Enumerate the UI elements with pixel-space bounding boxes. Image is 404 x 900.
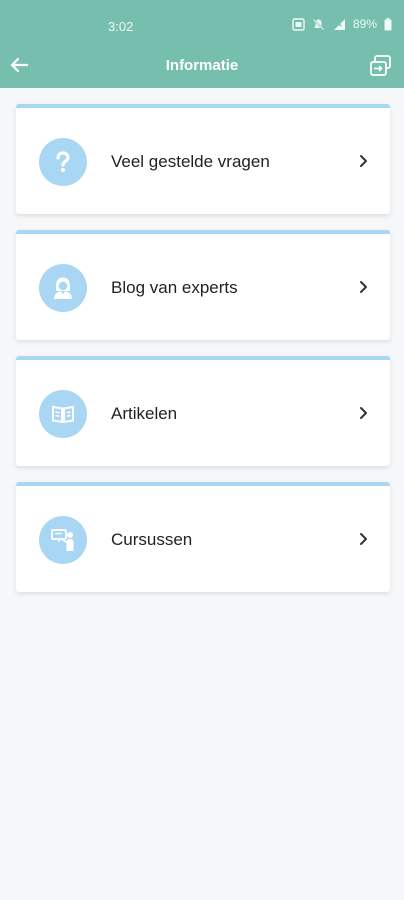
chevron-right-icon [360,281,367,293]
expert-avatar-icon [39,264,87,312]
status-time: 3:02 [108,19,134,34]
menu-card-cursussen[interactable]: Cursussen [16,482,390,592]
menu-card-label: Cursussen [111,530,193,549]
menu-card-blog-van-experts[interactable]: Blog van experts [16,230,390,340]
battery-percentage: 89% [352,17,377,31]
menu-card-veel-gestelde-vragen[interactable]: Veel gestelde vragen [16,104,390,214]
menu-card-label: Veel gestelde vragen [111,152,270,171]
chevron-right-icon [360,533,367,545]
app-header: 3:02 89% Informatie [0,0,404,88]
menu-card-label: Blog van experts [111,278,238,297]
switch-profile-button[interactable] [368,53,394,79]
question-mark-icon [39,138,87,186]
app-bar: Informatie [0,44,404,88]
status-bar: 3:02 89% [0,0,404,44]
book-icon [39,390,87,438]
mute-icon [312,18,325,31]
signal-icon [332,18,346,31]
menu-card-artikelen[interactable]: Artikelen [16,356,390,466]
info-menu-list: Veel gestelde vragen Blog van experts Ar… [16,104,390,608]
menu-card-label: Artikelen [111,404,178,423]
status-icons: 89% [292,17,392,31]
course-presenter-icon [39,516,87,564]
chevron-right-icon [360,155,367,167]
battery-icon [384,17,392,31]
page-title: Informatie [165,57,239,74]
sim-icon [292,17,305,31]
switch-profile-icon [370,55,391,76]
chevron-right-icon [360,407,367,419]
